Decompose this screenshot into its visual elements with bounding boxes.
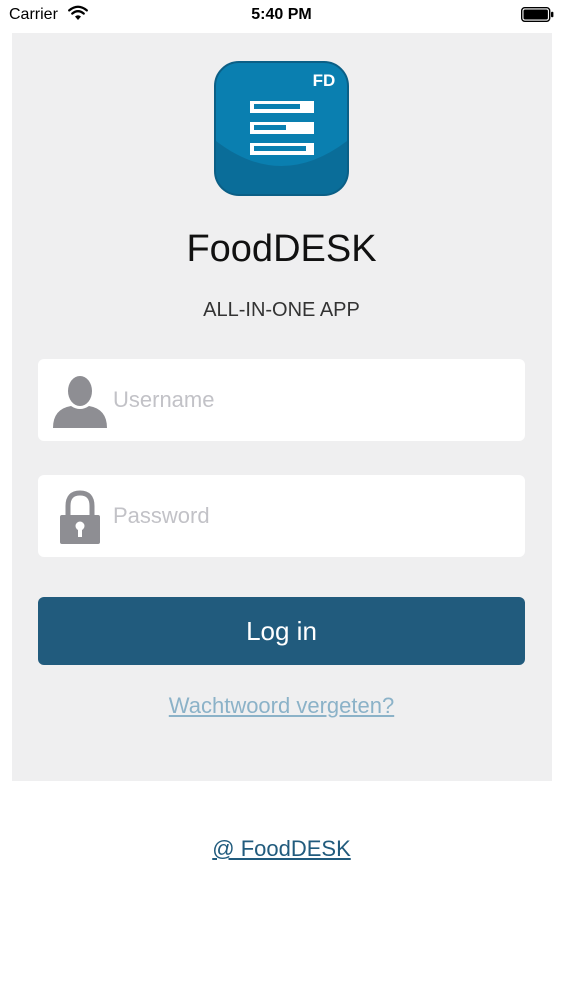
forgot-password-link[interactable]: Wachtwoord vergeten? <box>0 693 563 719</box>
fooddesk-app-icon: FD <box>214 61 349 196</box>
login-button[interactable]: Log in <box>38 597 525 665</box>
lock-icon <box>60 490 100 544</box>
status-bar: Carrier 5:40 PM <box>0 0 563 30</box>
battery-icon <box>521 7 554 22</box>
username-field[interactable] <box>38 359 525 441</box>
user-icon <box>53 376 107 428</box>
username-input[interactable] <box>113 359 513 441</box>
password-field[interactable] <box>38 475 525 557</box>
app-subtitle: ALL-IN-ONE APP <box>203 299 360 321</box>
app-title: FoodDESK <box>186 228 377 270</box>
status-time: 5:40 PM <box>251 6 312 23</box>
fooddesk-footer-link[interactable]: @ FoodDESK <box>0 836 563 862</box>
password-input[interactable] <box>113 475 513 557</box>
app-icon-badge: FD <box>313 71 336 90</box>
